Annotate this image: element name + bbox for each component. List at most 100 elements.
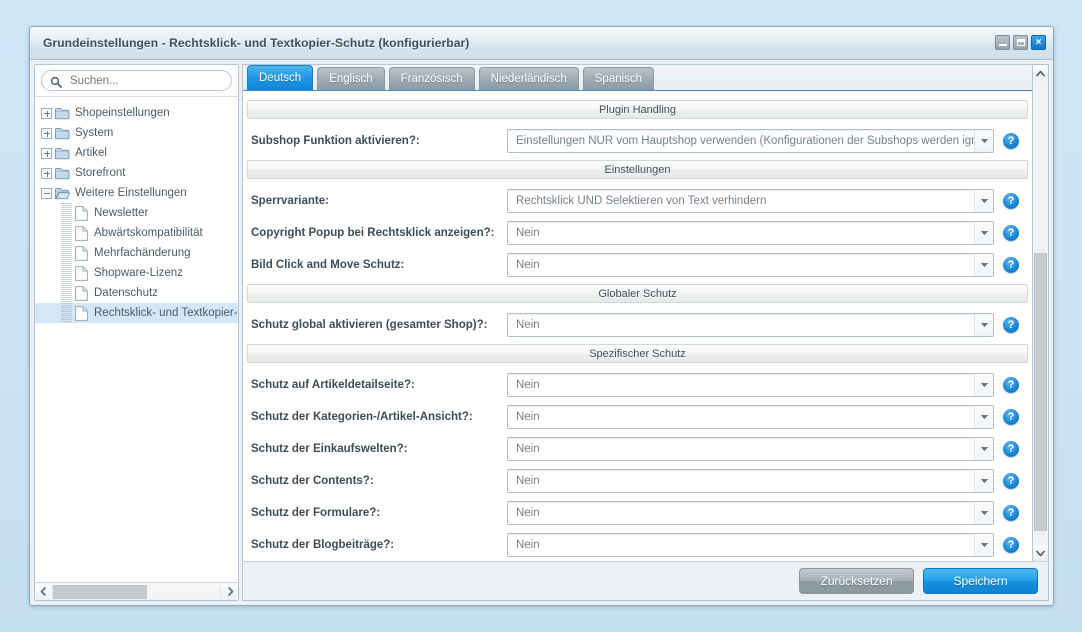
minimize-icon[interactable] bbox=[995, 35, 1010, 50]
tree-item-shopeinstellungen[interactable]: Shopeinstellungen bbox=[35, 103, 238, 123]
tree-item-rechtsklick-und-textkopier-sc[interactable]: Rechtsklick- und Textkopier-Sc bbox=[35, 303, 238, 323]
search-icon bbox=[50, 75, 62, 88]
chevron-down-icon[interactable] bbox=[974, 130, 993, 152]
tab-spanisch[interactable]: Spanisch bbox=[582, 67, 655, 90]
chevron-down-icon[interactable] bbox=[974, 254, 993, 276]
folder-icon bbox=[55, 107, 70, 120]
tree-item-artikel[interactable]: Artikel bbox=[35, 143, 238, 163]
scroll-down-icon[interactable] bbox=[1033, 545, 1048, 561]
dropdown-select[interactable]: Nein bbox=[507, 313, 994, 337]
chevron-down-icon[interactable] bbox=[974, 470, 993, 492]
tree-item-mehrfachänderung[interactable]: Mehrfachänderung bbox=[35, 243, 238, 263]
chevron-down-icon[interactable] bbox=[974, 190, 993, 212]
dropdown-select[interactable]: Nein bbox=[507, 437, 994, 461]
tree-item-datenschutz[interactable]: Datenschutz bbox=[35, 283, 238, 303]
form-row: Schutz der Kategorien-/Artikel-Ansicht?:… bbox=[247, 401, 1028, 433]
help-icon[interactable]: ? bbox=[1003, 473, 1019, 489]
window-body: Shopeinstellungen System Artikel Storefront… bbox=[30, 60, 1053, 605]
expand-icon[interactable] bbox=[41, 127, 52, 139]
expand-icon[interactable] bbox=[41, 107, 52, 119]
collapse-icon[interactable] bbox=[41, 187, 52, 199]
section-header: Spezifischer Schutz bbox=[247, 344, 1028, 363]
help-icon[interactable]: ? bbox=[1003, 193, 1019, 209]
dropdown-select[interactable]: Einstellungen NUR vom Hauptshop verwende… bbox=[507, 129, 994, 153]
file-icon bbox=[75, 225, 88, 241]
tree-item-shopware-lizenz[interactable]: Shopware-Lizenz bbox=[35, 263, 238, 283]
dropdown-select[interactable]: Nein bbox=[507, 533, 994, 557]
maximize-icon[interactable] bbox=[1013, 35, 1028, 50]
help-icon[interactable]: ? bbox=[1003, 257, 1019, 273]
chevron-down-icon[interactable] bbox=[974, 374, 993, 396]
chevron-down-icon[interactable] bbox=[974, 534, 993, 556]
section-header: Einstellungen bbox=[247, 160, 1028, 179]
search-box[interactable] bbox=[41, 70, 232, 91]
vertical-scroll-thumb[interactable] bbox=[1034, 252, 1047, 532]
save-button[interactable]: Speichern bbox=[923, 568, 1038, 594]
folder-icon bbox=[55, 167, 70, 180]
form-row: Sperrvariante: Rechtsklick UND Selektiere… bbox=[247, 185, 1028, 217]
chevron-down-icon[interactable] bbox=[974, 314, 993, 336]
tree-item-weitere-einstellungen[interactable]: Weitere Einstellungen bbox=[35, 183, 238, 203]
help-icon[interactable]: ? bbox=[1003, 377, 1019, 393]
sidebar-horizontal-scrollbar[interactable] bbox=[35, 582, 238, 600]
form-row: Subshop Funktion aktivieren?: Einstellung… bbox=[247, 125, 1028, 157]
tree-item-system[interactable]: System bbox=[35, 123, 238, 143]
folder-icon bbox=[55, 147, 70, 160]
content-column: Deutsch Englisch Französisch Niederländisch… bbox=[242, 64, 1032, 562]
language-tabstrip[interactable]: Deutsch Englisch Französisch Niederländisch… bbox=[243, 65, 1032, 91]
help-icon[interactable]: ? bbox=[1003, 225, 1019, 241]
field-label: Schutz der Kategorien-/Artikel-Ansicht?: bbox=[251, 411, 473, 423]
dropdown-select[interactable]: Nein bbox=[507, 405, 994, 429]
dropdown-select[interactable]: Nein bbox=[507, 469, 994, 493]
tree-item-abwärtskompatibilität[interactable]: Abwärtskompatibilität bbox=[35, 223, 238, 243]
form-row: Schutz der Blogbeiträge?: Nein? bbox=[247, 529, 1028, 561]
tree-guide-line bbox=[61, 223, 72, 243]
horizontal-scroll-track[interactable] bbox=[52, 584, 221, 599]
main-area: Deutsch Englisch Französisch Niederländisch… bbox=[242, 64, 1049, 601]
tab-englisch[interactable]: Englisch bbox=[317, 67, 385, 90]
tree-item-label: Shopware-Lizenz bbox=[94, 267, 183, 279]
expand-icon[interactable] bbox=[41, 167, 52, 179]
tab-französisch[interactable]: Französisch bbox=[388, 67, 475, 90]
help-icon[interactable]: ? bbox=[1003, 441, 1019, 457]
tree-item-label: Abwärtskompatibilität bbox=[94, 227, 203, 239]
reset-button[interactable]: Zurücksetzen bbox=[799, 568, 914, 594]
vertical-scroll-track[interactable] bbox=[1033, 81, 1048, 545]
tab-niederländisch[interactable]: Niederländisch bbox=[478, 67, 579, 90]
chevron-down-icon[interactable] bbox=[974, 438, 993, 460]
expand-icon[interactable] bbox=[41, 147, 52, 159]
help-icon[interactable]: ? bbox=[1003, 317, 1019, 333]
tree-item-label: Mehrfachänderung bbox=[94, 247, 191, 259]
chevron-down-icon[interactable] bbox=[974, 406, 993, 428]
file-icon bbox=[75, 285, 88, 301]
main-inner: Deutsch Englisch Französisch Niederländisch… bbox=[242, 64, 1049, 562]
file-icon bbox=[75, 265, 88, 281]
help-icon[interactable]: ? bbox=[1003, 133, 1019, 149]
help-icon[interactable]: ? bbox=[1003, 505, 1019, 521]
file-icon bbox=[75, 305, 88, 321]
chevron-down-icon[interactable] bbox=[974, 222, 993, 244]
dropdown-select[interactable]: Nein bbox=[507, 221, 994, 245]
search-input[interactable] bbox=[68, 73, 223, 88]
scroll-up-icon[interactable] bbox=[1033, 65, 1048, 81]
dropdown-value: Nein bbox=[516, 227, 540, 239]
settings-tree[interactable]: Shopeinstellungen System Artikel Storefront… bbox=[35, 97, 238, 582]
folder-icon bbox=[55, 127, 70, 140]
close-icon[interactable]: × bbox=[1031, 35, 1046, 50]
tab-deutsch[interactable]: Deutsch bbox=[247, 65, 314, 90]
scroll-right-icon[interactable] bbox=[222, 584, 238, 600]
tree-item-label: Rechtsklick- und Textkopier-Sc bbox=[94, 307, 238, 319]
chevron-down-icon[interactable] bbox=[974, 502, 993, 524]
dropdown-select[interactable]: Nein bbox=[507, 253, 994, 277]
dropdown-select[interactable]: Rechtsklick UND Selektieren von Text ver… bbox=[507, 189, 994, 213]
help-icon[interactable]: ? bbox=[1003, 409, 1019, 425]
scroll-left-icon[interactable] bbox=[35, 584, 51, 600]
tree-item-storefront[interactable]: Storefront bbox=[35, 163, 238, 183]
content-vertical-scrollbar[interactable] bbox=[1032, 64, 1049, 562]
dropdown-select[interactable]: Nein bbox=[507, 373, 994, 397]
dropdown-select[interactable]: Nein bbox=[507, 501, 994, 525]
settings-window: Grundeinstellungen - Rechtsklick- und Te… bbox=[29, 26, 1054, 606]
horizontal-scroll-thumb[interactable] bbox=[53, 584, 147, 599]
help-icon[interactable]: ? bbox=[1003, 537, 1019, 553]
tree-item-newsletter[interactable]: Newsletter bbox=[35, 203, 238, 223]
